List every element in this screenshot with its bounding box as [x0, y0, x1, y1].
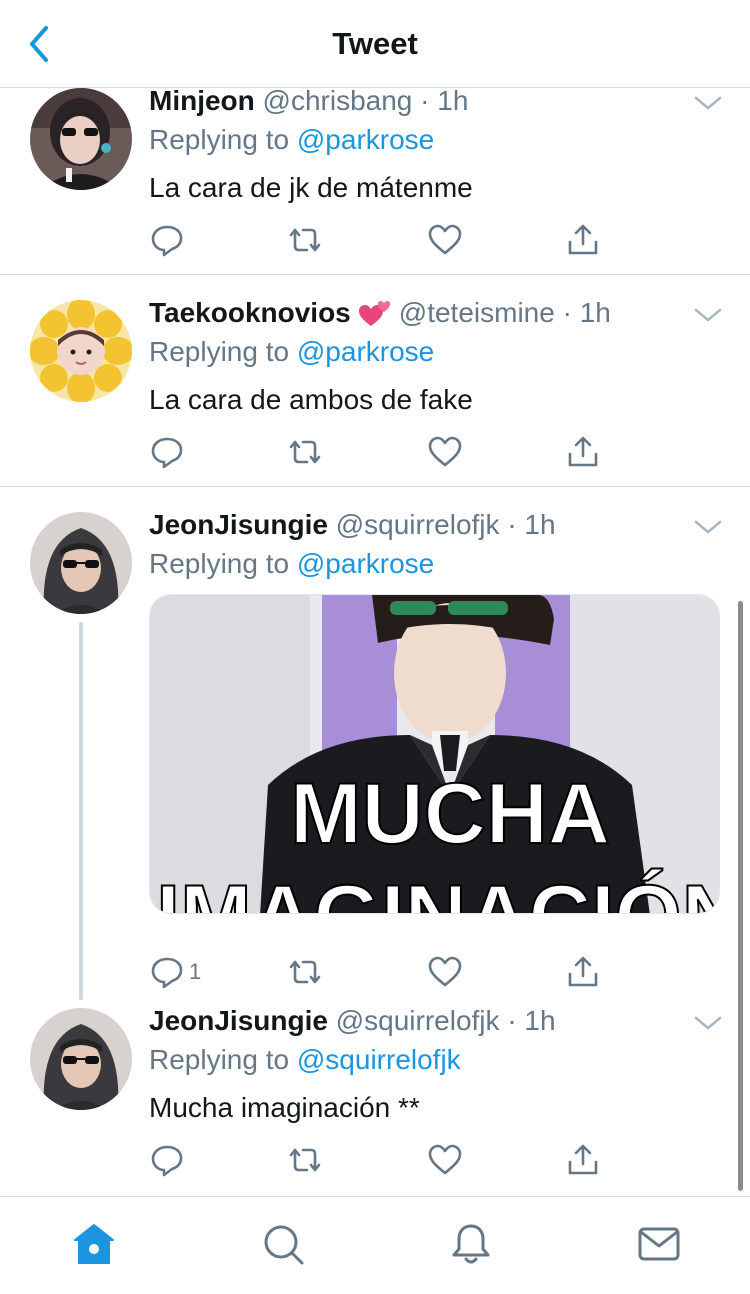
user-handle: @chrisbang [262, 88, 413, 116]
tweet-item[interactable]: Taekooknovios @teteismine · 1h Replying … [0, 297, 750, 486]
share-button[interactable] [565, 1140, 601, 1180]
chevron-down-icon[interactable] [692, 304, 724, 326]
chevron-down-icon[interactable] [692, 92, 724, 114]
avatar[interactable] [30, 88, 132, 190]
chevron-down-icon[interactable] [692, 1012, 724, 1034]
tweet-actions [149, 220, 609, 260]
reply-button[interactable] [149, 1140, 189, 1180]
divider [0, 274, 750, 275]
share-icon [568, 436, 598, 467]
replying-to: Replying to @parkrose [149, 547, 434, 581]
retweet-icon [289, 1148, 321, 1172]
user-handle: @squirrelofjk [335, 1005, 500, 1036]
tweet-time: · 1h [562, 297, 611, 328]
home-icon [74, 1224, 114, 1264]
retweet-button[interactable] [287, 220, 323, 260]
tweet-time: · 1h [420, 88, 469, 116]
tab-home[interactable] [71, 1221, 117, 1267]
top-bar: Tweet [0, 0, 750, 88]
search-icon [264, 1225, 304, 1265]
page-title: Tweet [332, 26, 418, 61]
like-button[interactable] [427, 952, 463, 992]
media-caption-2: IMAGINACIÓN [156, 868, 720, 914]
share-button[interactable] [565, 432, 601, 472]
share-icon [568, 224, 598, 255]
reply-count: 1 [189, 959, 202, 984]
reply-button[interactable] [149, 432, 189, 472]
media-caption: MUCHA [290, 766, 610, 862]
reply-icon [151, 437, 183, 469]
replying-label: Replying to [149, 124, 297, 155]
share-icon [568, 956, 598, 987]
display-name[interactable]: JeonJisungie [149, 509, 328, 540]
replying-to: Replying to @parkrose [149, 335, 434, 369]
tweet-actions [149, 432, 609, 472]
divider [0, 486, 750, 487]
retweet-button[interactable] [287, 952, 323, 992]
like-button[interactable] [427, 1140, 463, 1180]
mention-link[interactable]: @parkrose [297, 124, 434, 155]
notifications-icon [452, 1224, 490, 1264]
replying-label: Replying to [149, 548, 297, 579]
tweet-header: JeonJisungie @squirrelofjk · 1h [149, 508, 556, 542]
reply-icon [151, 225, 183, 257]
avatar[interactable] [30, 1008, 132, 1110]
tab-notifications[interactable] [448, 1221, 494, 1267]
replying-label: Replying to [149, 1044, 297, 1075]
reply-icon [151, 957, 183, 989]
two-hearts-emoji [358, 301, 390, 326]
tweet-item[interactable]: Minjeon @chrisbang · 1h Replying to @par… [0, 88, 750, 274]
mention-link[interactable]: @squirrelofjk [297, 1044, 461, 1075]
mention-link[interactable]: @parkrose [297, 336, 434, 367]
scrollbar[interactable] [738, 601, 743, 1191]
tweet-time: · 1h [507, 1005, 556, 1036]
avatar[interactable] [30, 300, 132, 402]
like-button[interactable] [427, 220, 463, 260]
tweet-item[interactable]: JeonJisungie @squirrelofjk · 1h Replying… [0, 509, 750, 992]
mention-link[interactable]: @parkrose [297, 548, 434, 579]
tweet-actions: 1 [149, 952, 609, 992]
reply-icon [151, 1145, 183, 1177]
replying-label: Replying to [149, 336, 297, 367]
chevron-down-icon[interactable] [692, 516, 724, 538]
tweet-actions [149, 1140, 609, 1180]
reply-button[interactable] [149, 220, 189, 260]
retweet-button[interactable] [287, 1140, 323, 1180]
share-icon [568, 1144, 598, 1175]
tweet-text: La cara de ambos de fake [149, 384, 473, 415]
tweet-media-image[interactable]: MUCHA IMAGINACIÓN [149, 594, 720, 914]
display-name[interactable]: Taekooknovios [149, 297, 351, 328]
retweet-icon [289, 228, 321, 252]
tab-search[interactable] [260, 1221, 306, 1267]
like-button[interactable] [427, 432, 463, 472]
replying-to: Replying to @squirrelofjk [149, 1043, 461, 1077]
heart-icon [428, 956, 462, 987]
tweet-text: Mucha imaginación ** [149, 1092, 420, 1123]
tab-messages[interactable] [636, 1221, 682, 1267]
tweet-text: La cara de jk de mátenme [149, 172, 473, 203]
heart-icon [428, 224, 462, 255]
tweet-item[interactable]: JeonJisungie @squirrelofjk · 1h Replying… [0, 1005, 750, 1196]
retweet-icon [289, 440, 321, 464]
heart-icon [428, 1144, 462, 1175]
messages-icon [638, 1227, 680, 1261]
bottom-tab-bar [0, 1196, 750, 1294]
retweet-icon [289, 960, 321, 984]
reply-feed[interactable]: Minjeon @chrisbang · 1h Replying to @par… [0, 88, 750, 1196]
display-name[interactable]: JeonJisungie [149, 1005, 328, 1036]
tweet-header: Taekooknovios @teteismine · 1h [149, 296, 611, 330]
tweet-time: · 1h [507, 509, 556, 540]
heart-icon [428, 436, 462, 467]
retweet-button[interactable] [287, 432, 323, 472]
share-button[interactable] [565, 952, 601, 992]
replying-to: Replying to @parkrose [149, 123, 434, 157]
display-name[interactable]: Minjeon [149, 88, 255, 116]
reply-button[interactable]: 1 [149, 952, 201, 992]
tweet-header: Minjeon @chrisbang · 1h [149, 88, 468, 118]
avatar[interactable] [30, 512, 132, 614]
user-handle: @teteismine [398, 297, 555, 328]
user-handle: @squirrelofjk [335, 509, 500, 540]
tweet-header: JeonJisungie @squirrelofjk · 1h [149, 1004, 556, 1038]
share-button[interactable] [565, 220, 601, 260]
